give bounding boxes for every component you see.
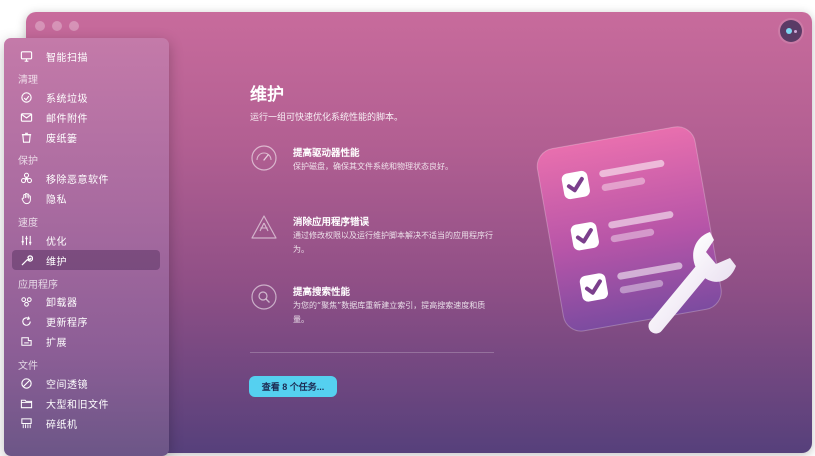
page-subtitle: 运行一组可快速优化系统性能的脚本。 xyxy=(250,113,404,123)
feature-desc-search: 为您的“聚焦”数据库重新建立索引，提高搜索速度和质量。 xyxy=(293,301,486,324)
shredder-icon xyxy=(18,415,34,431)
sidebar-item-extensions[interactable]: 扩展 xyxy=(12,331,160,351)
sidebar-item-privacy[interactable]: 隐私 xyxy=(12,188,160,208)
close-dot[interactable] xyxy=(35,21,45,31)
magnifier-icon xyxy=(250,283,278,311)
app-store-icon xyxy=(250,213,278,241)
updater-icon xyxy=(18,313,34,329)
checklist-wrench-icon xyxy=(532,118,742,352)
zoom-dot[interactable] xyxy=(69,21,79,31)
feature-desc-app-errors: 通过修改权限以及运行维护脚本解决不适当的应用程序行为。 xyxy=(293,231,493,254)
section-header-protection: 保护 xyxy=(18,156,38,167)
sidebar-item-shredder[interactable]: 碎纸机 xyxy=(12,413,160,433)
sidebar-item-uninstaller[interactable]: 卸载器 xyxy=(12,291,160,311)
biohazard-icon xyxy=(18,170,34,186)
sidebar-item-updater[interactable]: 更新程序 xyxy=(12,311,160,331)
page-title: 维护 xyxy=(250,85,284,105)
view-tasks-button[interactable]: 查看 8 个任务... xyxy=(249,376,337,397)
section-header-files: 文件 xyxy=(18,361,38,372)
hand-icon xyxy=(18,190,34,206)
folder-icon xyxy=(18,395,34,411)
sliders-icon xyxy=(18,232,34,248)
space-lens-icon xyxy=(18,375,34,391)
sidebar-item-large-old-files[interactable]: 大型和旧文件 xyxy=(12,393,160,413)
sidebar-item-system-junk[interactable]: 系统垃圾 xyxy=(12,87,160,107)
sidebar: 智能扫描 清理 系统垃圾 邮件附件 废纸篓 保护 移除恶意软件 隐私 速度 优化… xyxy=(4,38,169,456)
mail-icon xyxy=(18,109,34,125)
uninstaller-icon xyxy=(18,293,34,309)
sidebar-item-trash[interactable]: 废纸篓 xyxy=(12,127,160,147)
section-header-cleanup: 清理 xyxy=(18,75,38,86)
window-controls[interactable] xyxy=(35,21,79,31)
sidebar-item-space-lens[interactable]: 空间透镜 xyxy=(12,373,160,393)
section-header-applications: 应用程序 xyxy=(18,280,58,291)
feature-desc-drive: 保护磁盘，确保其文件系统和物理状态良好。 xyxy=(293,162,453,171)
trash-icon xyxy=(18,129,34,145)
trash-bin-icon xyxy=(18,89,34,105)
feature-title-drive: 提高驱动器性能 xyxy=(293,148,360,159)
gauge-icon xyxy=(250,144,278,172)
monitor-icon xyxy=(18,48,34,64)
sidebar-item-mail-attachments[interactable]: 邮件附件 xyxy=(12,107,160,127)
assistant-icon[interactable] xyxy=(780,20,802,42)
feature-title-app-errors: 消除应用程序错误 xyxy=(293,217,370,228)
feature-title-search: 提高搜索性能 xyxy=(293,287,351,298)
sidebar-item-malware-removal[interactable]: 移除恶意软件 xyxy=(12,168,160,188)
wrench-icon xyxy=(18,252,34,268)
sidebar-item-optimization[interactable]: 优化 xyxy=(12,230,160,250)
section-header-speed: 速度 xyxy=(18,218,38,229)
sidebar-item-maintenance[interactable]: 维护 xyxy=(12,250,160,270)
sidebar-item-smart-scan[interactable]: 智能扫描 xyxy=(12,46,160,66)
divider xyxy=(250,352,494,353)
extensions-icon xyxy=(18,333,34,349)
minimize-dot[interactable] xyxy=(52,21,62,31)
